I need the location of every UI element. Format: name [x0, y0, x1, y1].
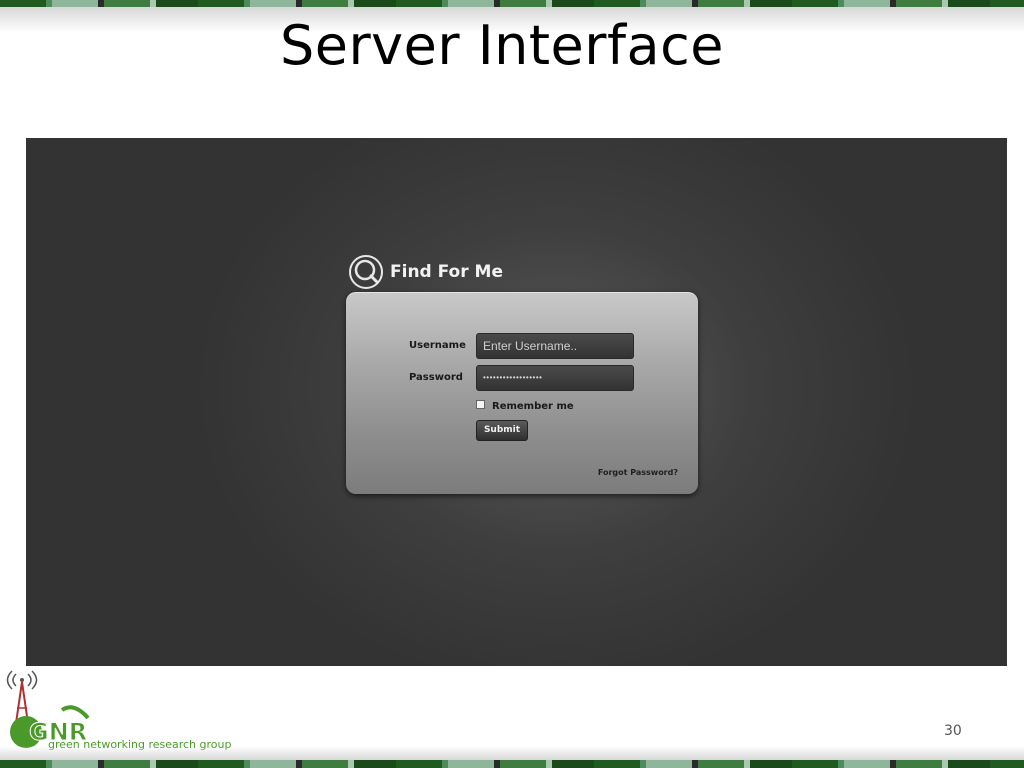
password-label: Password	[409, 372, 463, 383]
submit-button[interactable]: Submit	[476, 420, 528, 441]
password-input[interactable]: ••••••••••••••••••	[476, 365, 634, 391]
page-number: 30	[944, 723, 962, 739]
login-panel: Username Enter Username.. Password •••••…	[346, 292, 698, 494]
top-decorative-stripe	[0, 0, 1024, 33]
forgot-password-link[interactable]: Forgot Password?	[598, 468, 678, 477]
username-label: Username	[409, 340, 466, 351]
bottom-decorative-stripe	[0, 746, 1024, 768]
app-brand-name: Find For Me	[390, 262, 503, 282]
server-login-screenshot: Find For Me Username Enter Username.. Pa…	[26, 138, 1007, 666]
search-icon	[349, 255, 383, 289]
remember-me-checkbox[interactable]	[476, 400, 485, 409]
slide-title: Server Interface	[279, 14, 724, 77]
username-input[interactable]: Enter Username..	[476, 333, 634, 359]
app-brand: Find For Me	[348, 254, 503, 290]
remember-me-label[interactable]: Remember me	[492, 401, 574, 412]
